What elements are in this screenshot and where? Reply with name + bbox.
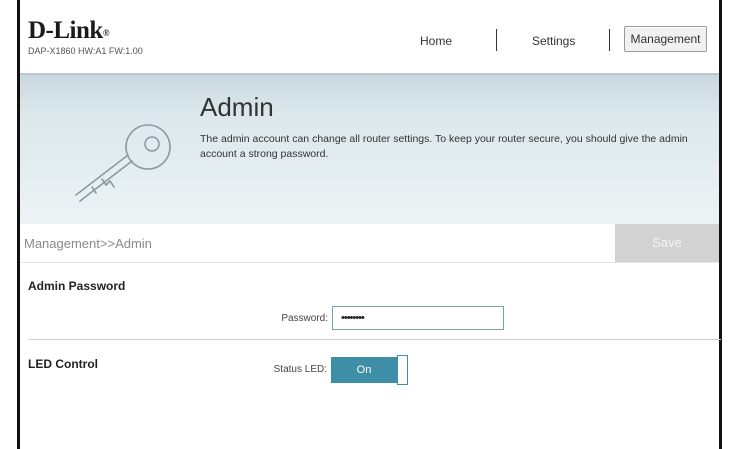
dlink-logo: D-Link® [28, 17, 110, 44]
nav-management[interactable]: Management [624, 26, 707, 52]
breadcrumb-bar: Management>>Admin Save [20, 224, 719, 263]
status-led-toggle[interactable]: On [331, 355, 413, 385]
nav-separator [496, 29, 497, 51]
nav-home[interactable]: Home [420, 34, 452, 48]
nav-settings[interactable]: Settings [532, 34, 575, 48]
section-divider [28, 339, 721, 340]
breadcrumb: Management>>Admin [24, 236, 152, 251]
toggle-knob[interactable] [397, 355, 408, 385]
nav-separator [609, 29, 610, 51]
brand-registered-mark: ® [102, 28, 110, 38]
password-field[interactable]: •••••••• [332, 306, 504, 330]
key-icon [75, 124, 171, 202]
model-info: DAP-X1860 HW:A1 FW:1.00 [28, 46, 143, 56]
section-title-admin-password: Admin Password [28, 279, 126, 293]
brand-name: D-Link [28, 17, 103, 44]
save-button[interactable]: Save [615, 224, 719, 262]
app-frame: D-Link® DAP-X1860 HW:A1 FW:1.00 Home Set… [17, 0, 722, 449]
top-bar: D-Link® DAP-X1860 HW:A1 FW:1.00 Home Set… [20, 0, 719, 73]
page-description: The admin account can change all router … [200, 133, 688, 160]
section-title-led-control: LED Control [28, 357, 98, 371]
status-led-label: Status LED: [273, 364, 327, 375]
password-label: Password: [281, 313, 328, 324]
toggle-on-label: On [331, 357, 397, 383]
page-title: Admin [200, 92, 274, 122]
page-header-banner: Admin The admin account can change all r… [20, 73, 719, 226]
